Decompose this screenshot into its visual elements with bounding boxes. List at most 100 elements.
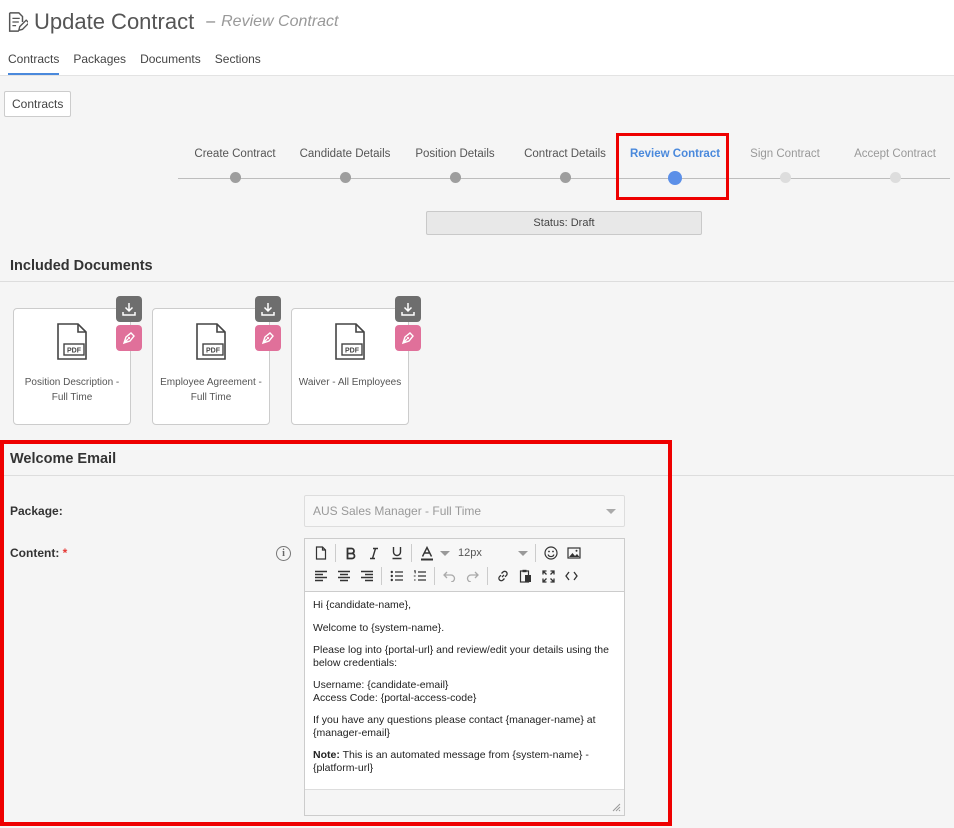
chevron-down-icon [440,550,450,556]
step-label: Candidate Details [299,148,391,160]
align-left-button[interactable] [309,566,332,586]
section-divider [0,281,954,282]
sign-button[interactable] [255,325,281,351]
underline-icon [392,547,401,560]
bold-button[interactable] [339,543,362,563]
numbered-list-icon [413,570,426,581]
link-icon [497,570,508,582]
insert-image-button[interactable] [562,543,585,563]
fullscreen-button[interactable] [537,566,560,586]
pdf-file-icon: PDF [57,323,87,360]
content-label-text: Content: [10,546,60,560]
paste-button[interactable] [514,566,537,586]
progress-stepper: Create Contract Candidate Details Positi… [178,140,950,190]
step-position-details[interactable]: Position Details [395,140,515,183]
toolbar-separator [535,544,536,562]
document-name: Position Description - Full Time [24,377,120,403]
redo-button[interactable] [461,566,484,586]
contracts-breadcrumb-button[interactable]: Contracts [4,91,72,117]
page-subtitle: Review Contract [221,13,339,30]
download-button[interactable] [116,296,142,322]
insert-link-button[interactable] [491,566,514,586]
editor-toolbar: 12px [305,539,624,592]
fullscreen-icon [542,569,555,583]
bullet-list-button[interactable] [385,566,408,586]
align-left-icon [314,570,327,582]
rich-text-editor[interactable]: 12px Hi {candidate-name}, Welcome to {sy… [304,538,625,816]
document-card-employee-agreement[interactable]: PDF Employee Agreement - Full Time [152,308,270,425]
download-button[interactable] [255,296,281,322]
undo-button[interactable] [438,566,461,586]
italic-button[interactable] [362,543,385,563]
content-label: Content: * [10,546,67,560]
pdf-badge: PDF [206,348,221,355]
document-card-waiver[interactable]: PDF Waiver - All Employees [291,308,409,425]
toolbar-separator [381,567,382,585]
emoji-icon [543,546,558,560]
download-icon [122,303,136,316]
document-card-position-description[interactable]: PDF Position Description - Full Time [13,308,131,425]
email-note-text: This is an automated message from {syste… [313,749,589,774]
font-size-value: 12px [458,547,482,559]
tab-contracts[interactable]: Contracts [8,52,60,75]
sign-button[interactable] [116,325,142,351]
resize-handle-icon[interactable] [612,803,621,812]
align-right-button[interactable] [355,566,378,586]
step-contract-details[interactable]: Contract Details [505,140,625,183]
bold-icon [346,547,355,559]
source-code-button[interactable] [560,566,583,586]
step-dot [340,172,351,183]
emoji-button[interactable] [539,543,562,563]
tab-sections[interactable]: Sections [215,52,261,75]
step-dot [560,172,571,183]
email-contact-line: If you have any questions please contact… [313,714,596,739]
email-note: Note: This is an automated message from … [313,749,616,774]
redo-icon [466,571,479,582]
document-name: Waiver - All Employees [298,377,402,388]
tab-documents[interactable]: Documents [140,52,201,75]
step-dot [230,172,241,183]
package-label: Package: [10,504,63,518]
font-size-select[interactable]: 12px [454,543,532,563]
step-label: Sign Contract [750,148,820,160]
email-greeting: Hi {candidate-name}, [313,599,412,611]
page-header: Update Contract – Review Contract Contra… [0,0,954,76]
chevron-down-icon [518,550,528,556]
text-color-button[interactable] [415,543,438,563]
pen-nib-icon [401,332,414,345]
step-accept-contract[interactable]: Accept Contract [835,140,954,183]
align-center-button[interactable] [332,566,355,586]
step-label: Accept Contract [854,148,936,160]
step-label: Create Contract [194,148,276,160]
download-icon [401,303,415,316]
toolbar-separator [487,567,488,585]
chevron-down-icon [606,508,616,514]
status-badge: Status: Draft [426,211,702,235]
download-icon [261,303,275,316]
step-candidate-details[interactable]: Candidate Details [285,140,405,183]
editor-content[interactable]: Hi {candidate-name}, Welcome to {system-… [305,592,624,790]
clipboard-icon [519,569,531,583]
document-name: Employee Agreement - Full Time [160,377,262,403]
tab-packages[interactable]: Packages [73,52,126,75]
package-select[interactable]: AUS Sales Manager - Full Time [304,495,625,527]
numbered-list-button[interactable] [408,566,431,586]
page-title: Update Contract [34,9,195,34]
toolbar-row-1: 12px [309,542,585,564]
info-icon[interactable]: i [276,546,291,561]
pdf-badge: PDF [345,348,360,355]
step-sign-contract[interactable]: Sign Contract [725,140,845,183]
email-credentials: Username: {candidate-email} Access Code:… [313,679,616,704]
download-button[interactable] [395,296,421,322]
align-right-icon [360,570,373,582]
email-welcome-line: Welcome to {system-name}. [313,621,445,634]
underline-button[interactable] [385,543,408,563]
sign-button[interactable] [395,325,421,351]
new-document-button[interactable] [309,543,332,563]
align-center-icon [337,570,350,582]
step-create-contract[interactable]: Create Contract [175,140,295,183]
current-step-highlight [616,133,729,200]
email-login-instructions: Please log into {portal-url} and review/… [313,644,609,669]
pdf-file-icon: PDF [196,323,226,360]
required-marker: * [62,546,68,560]
